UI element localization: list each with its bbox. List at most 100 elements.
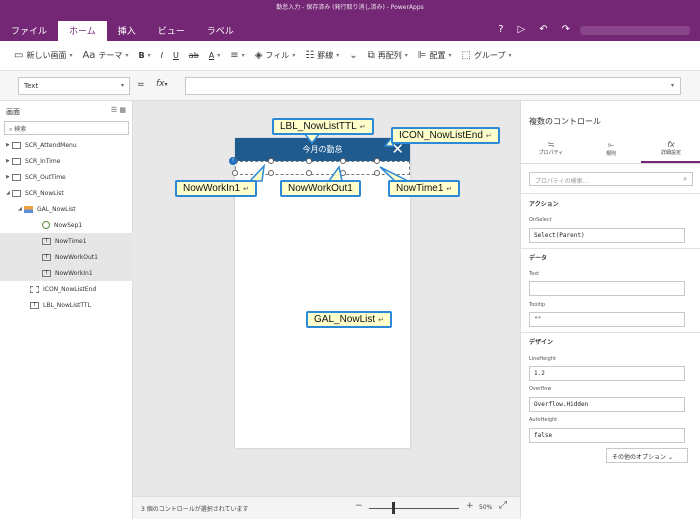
tree-search-input[interactable]: ⌕ 検索 bbox=[4, 121, 129, 135]
properties-title: 複数のコントロール bbox=[529, 117, 601, 126]
divider bbox=[521, 193, 700, 194]
tree-item-lbl-nowlistttl[interactable]: T LBL_NowListTTL bbox=[0, 297, 133, 313]
zoom-slider[interactable] bbox=[369, 508, 459, 509]
tooltip-field[interactable]: "" bbox=[529, 312, 685, 327]
gallery-icon bbox=[24, 205, 33, 213]
zoom-level: 50% bbox=[479, 504, 493, 511]
gallery-selection-box[interactable] bbox=[235, 161, 410, 175]
tab-home[interactable]: ホーム bbox=[58, 21, 107, 41]
chevron-down-icon: ⌄ bbox=[667, 454, 673, 461]
align-button[interactable]: ⊫ 配置 ▾ bbox=[418, 50, 452, 61]
tab-insert[interactable]: 挿入 bbox=[107, 21, 147, 41]
formula-bar: Text ▾ = fx▾ ▾ bbox=[0, 71, 700, 101]
formula-input[interactable]: ▾ bbox=[185, 77, 681, 95]
font-color-button[interactable]: A ▾ bbox=[209, 51, 221, 60]
label-icon: T bbox=[42, 237, 51, 245]
tree-item-nowtime1[interactable]: T NowTime1 bbox=[0, 233, 133, 249]
resize-handle[interactable] bbox=[340, 170, 346, 176]
onselect-label: OnSelect bbox=[529, 217, 552, 223]
chevron-down-icon: ▾ bbox=[120, 82, 124, 89]
resize-handle[interactable] bbox=[374, 158, 380, 164]
tree-item-scr-nowlist[interactable]: ◢ SCR_NowList bbox=[0, 185, 133, 201]
tree-item-scr-outtime[interactable]: ▶ SCR_OutTime bbox=[0, 169, 133, 185]
new-screen-button[interactable]: ▭ 新しい画面 ▾ bbox=[14, 50, 72, 61]
search-icon: ⌕ bbox=[683, 175, 687, 183]
chevron-down-icon: ▾ bbox=[164, 81, 168, 88]
theme-button[interactable]: Aa テーマ ▾ bbox=[82, 50, 128, 61]
title-bar: 勤怠入力 - 保存済み (発行取り消し済み) - PowerApps ファイル … bbox=[0, 0, 700, 41]
italic-button[interactable]: I bbox=[161, 51, 163, 60]
chevron-down-icon: ▾ bbox=[241, 52, 245, 59]
zoom-in-button[interactable]: + bbox=[466, 501, 474, 511]
tree-item-nowworkout1[interactable]: T NowWorkOut1 bbox=[0, 249, 133, 265]
tree-item-nowsep1[interactable]: NowSep1 bbox=[0, 217, 133, 233]
overflow-field[interactable]: Overflow.Hidden bbox=[529, 397, 685, 412]
tab-view[interactable]: ビュー bbox=[147, 21, 196, 41]
more-toolbar-button[interactable]: ⌄ bbox=[349, 50, 357, 61]
title-actions: ? ▷ ↶ ↷ bbox=[498, 24, 570, 35]
group-button[interactable]: ⬚ グループ ▾ bbox=[462, 50, 512, 61]
tree-item-nowworkin1[interactable]: T NowWorkIn1 bbox=[0, 265, 133, 281]
reorder-button[interactable]: ⧉ 再配列 ▾ bbox=[368, 50, 408, 61]
tab-properties[interactable]: ≒ プロパティ bbox=[521, 138, 581, 163]
chevron-down-icon: ▾ bbox=[217, 52, 221, 59]
fx-button[interactable]: fx▾ bbox=[156, 79, 168, 89]
onselect-field[interactable]: Select(Parent) bbox=[529, 228, 685, 243]
resize-handle[interactable] bbox=[306, 170, 312, 176]
strikethrough-button[interactable]: ab bbox=[189, 51, 199, 60]
resize-handle[interactable] bbox=[268, 158, 274, 164]
warning-badge-icon[interactable]: ! bbox=[229, 157, 237, 165]
undo-icon[interactable]: ↶ bbox=[539, 24, 547, 35]
tree-item-gal-nowlist[interactable]: ◢ GAL_NowList bbox=[0, 201, 133, 217]
tab-file[interactable]: ファイル bbox=[0, 21, 58, 41]
lineheight-field[interactable]: 1.2 bbox=[529, 366, 685, 381]
fx-icon: fx bbox=[667, 140, 675, 149]
border-button[interactable]: ☷ 罫線 ▾ bbox=[305, 50, 339, 61]
resize-handle[interactable] bbox=[374, 170, 380, 176]
grid-view-icon[interactable]: ▦ bbox=[119, 106, 126, 114]
text-field[interactable] bbox=[529, 281, 685, 296]
help-icon[interactable]: ? bbox=[498, 24, 503, 35]
zoom-slider-thumb[interactable] bbox=[392, 502, 395, 514]
more-options-button[interactable]: その他のオプション ⌄ bbox=[606, 448, 688, 463]
fit-to-window-icon[interactable]: ⤢ bbox=[499, 500, 507, 511]
tab-rules[interactable]: ⟜ 規則 bbox=[581, 138, 641, 163]
fill-button[interactable]: ◈ フィル ▾ bbox=[255, 50, 296, 61]
chevron-down-icon: ⌄ bbox=[349, 50, 358, 61]
properties-tabs: ≒ プロパティ ⟜ 規則 fx 詳細設定 bbox=[521, 138, 700, 164]
chevron-down-icon: ▾ bbox=[404, 52, 408, 59]
chevron-down-icon: ▾ bbox=[448, 52, 452, 59]
tree-item-scr-intime[interactable]: ▶ SCR_InTime bbox=[0, 153, 133, 169]
list-view-icon[interactable]: ☰ bbox=[111, 106, 117, 114]
user-account-blurred[interactable] bbox=[580, 26, 690, 35]
resize-handle[interactable] bbox=[306, 158, 312, 164]
tree-item-scr-attendmenu[interactable]: ▶ SCR_AttendMenu bbox=[0, 137, 133, 153]
underline-button[interactable]: U bbox=[173, 51, 179, 60]
expand-formula-icon[interactable]: ▾ bbox=[671, 82, 674, 89]
redo-icon[interactable]: ↷ bbox=[562, 24, 570, 35]
icon-control-icon bbox=[30, 285, 39, 293]
zoom-out-button[interactable]: − bbox=[355, 501, 363, 511]
lbl-nowlistttl-control[interactable]: 今月の勤怠 ✕ bbox=[235, 138, 410, 161]
resize-handle[interactable] bbox=[232, 170, 238, 176]
tree-view-options[interactable]: ☰ ▦ bbox=[111, 106, 126, 114]
chevron-down-icon: ▾ bbox=[125, 52, 129, 59]
callout-lbl-nowlistttl: LBL_NowListTTL ↵ bbox=[272, 118, 374, 135]
autoheight-field[interactable]: false bbox=[529, 428, 685, 443]
preview-play-icon[interactable]: ▷ bbox=[518, 24, 526, 35]
tab-label[interactable]: ラベル bbox=[196, 21, 245, 41]
property-search-input[interactable]: プロパティの検索... ⌕ bbox=[529, 172, 693, 186]
label-icon: T bbox=[42, 253, 51, 261]
header-title: 今月の勤怠 bbox=[302, 145, 343, 154]
resize-handle[interactable] bbox=[340, 158, 346, 164]
property-dropdown[interactable]: Text ▾ bbox=[18, 77, 130, 95]
section-design: デザイン bbox=[529, 339, 554, 346]
resize-handle[interactable] bbox=[268, 170, 274, 176]
rules-icon: ⟜ bbox=[607, 140, 615, 149]
reorder-icon: ⧉ bbox=[367, 50, 375, 61]
selection-status: 3 個のコントロールが選択されています bbox=[141, 506, 249, 513]
text-align-button[interactable]: ≡ ▾ bbox=[230, 50, 244, 61]
tree-item-icon-nowlistend[interactable]: ICON_NowListEnd bbox=[0, 281, 133, 297]
tab-advanced[interactable]: fx 詳細設定 bbox=[641, 138, 700, 163]
bold-button[interactable]: B ▾ bbox=[138, 51, 150, 60]
